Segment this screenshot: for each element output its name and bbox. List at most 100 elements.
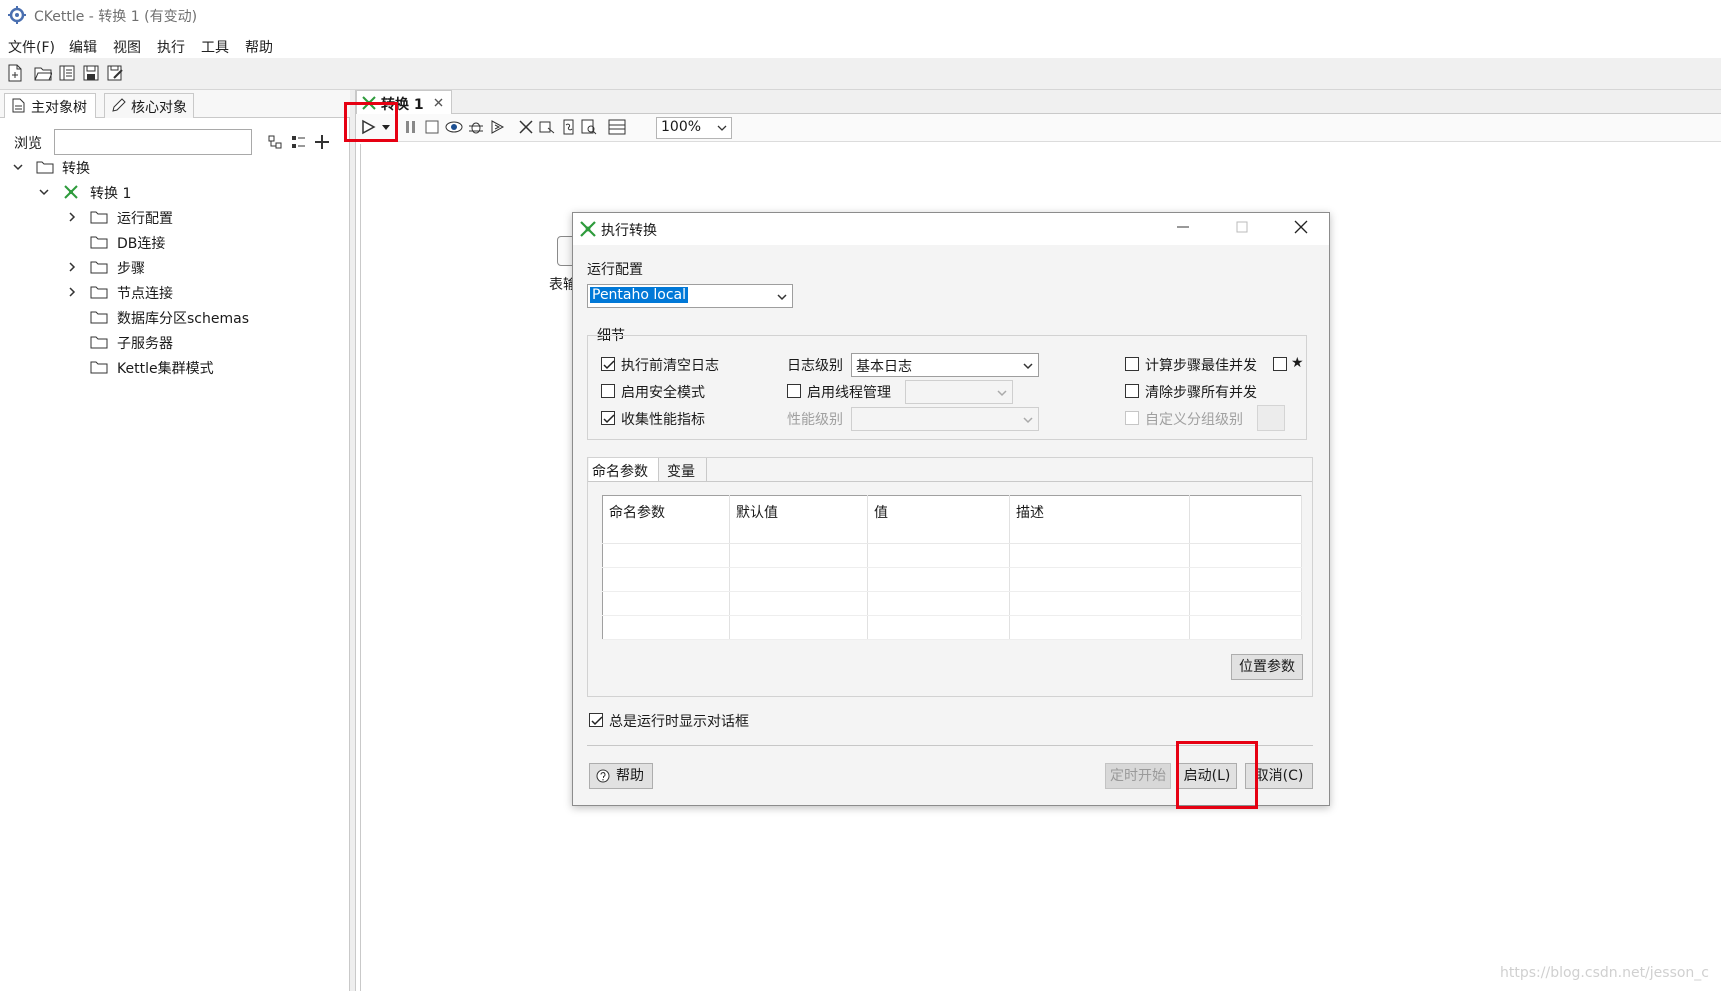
table-row[interactable] <box>602 591 1302 616</box>
tab-main-object-tree-label: 主对象树 <box>31 100 87 116</box>
thread-mgmt-select[interactable] <box>905 380 1013 404</box>
tree-label: 运行配置 <box>117 211 173 227</box>
menu-help[interactable]: 帮助 <box>245 37 273 57</box>
chevron-right-icon[interactable] <box>66 286 78 298</box>
tab-main-object-tree[interactable]: 主对象树 <box>4 93 96 118</box>
gather-metrics-label: 收集性能指标 <box>621 412 705 428</box>
close-button[interactable] <box>1291 219 1311 239</box>
tree-transformation-1[interactable]: 转换 1 <box>38 181 338 203</box>
chevron-down-icon[interactable] <box>12 161 24 173</box>
tab-core-objects[interactable]: 核心对象 <box>104 93 194 118</box>
menu-file[interactable]: 文件(F) <box>8 37 55 57</box>
run-config-value: Pentaho local <box>590 287 689 303</box>
close-tab-icon[interactable] <box>433 97 444 108</box>
tree-item-hops[interactable]: 节点连接 <box>66 281 346 303</box>
show-results-icon[interactable] <box>608 119 626 135</box>
tree-expand-icon[interactable] <box>268 135 283 150</box>
minimize-icon <box>1177 226 1189 228</box>
clear-parallel-checkbox[interactable] <box>1125 384 1139 398</box>
transformation-icon <box>580 221 596 237</box>
debug-icon[interactable] <box>468 119 484 135</box>
chevron-down-icon[interactable] <box>38 186 50 198</box>
tab-variables[interactable]: 变量 <box>661 458 707 482</box>
custom-group-level-field[interactable] <box>1257 405 1285 431</box>
folder-icon <box>90 236 108 249</box>
folder-icon <box>36 161 54 174</box>
tree-label: 转换 1 <box>90 186 132 202</box>
save-icon[interactable] <box>82 64 100 82</box>
help-button[interactable]: 帮助 <box>589 763 653 789</box>
log-level-select[interactable]: 基本日志 <box>851 353 1039 377</box>
calc-best-parallel-label: 计算步骤最佳并发 <box>1145 358 1257 374</box>
preview-icon[interactable] <box>445 119 463 135</box>
named-params-table[interactable]: 命名参数 默认值 值 描述 <box>602 495 1302 640</box>
clear-log-checkbox[interactable] <box>601 357 615 371</box>
minimize-button[interactable] <box>1173 219 1193 239</box>
gather-metrics-checkbox[interactable] <box>601 411 615 425</box>
tree-item-run-config[interactable]: 运行配置 <box>66 206 346 228</box>
main-toolbar <box>0 58 1721 90</box>
tab-variables-label: 变量 <box>667 464 695 480</box>
menu-tools[interactable]: 工具 <box>201 37 229 57</box>
run-transformation-dialog: 执行转换 运行配置 Pentaho local 细节 执行前清空日志 日志级别 … <box>572 212 1330 806</box>
log-level-value: 基本日志 <box>856 359 912 375</box>
menu-run[interactable]: 执行 <box>157 37 185 57</box>
tab-named-params[interactable]: 命名参数 <box>589 458 659 482</box>
tree-label: Kettle集群模式 <box>117 361 214 377</box>
run-config-select[interactable]: Pentaho local <box>587 284 793 308</box>
sql-icon[interactable] <box>560 119 576 135</box>
tree-item-cluster-schemas[interactable]: Kettle集群模式 <box>66 356 346 378</box>
safe-mode-checkbox[interactable] <box>601 384 615 398</box>
explore-repository-icon[interactable] <box>58 64 76 82</box>
highlight-run-button <box>344 102 398 142</box>
table-row[interactable] <box>602 615 1302 640</box>
dialog-titlebar: 执行转换 <box>573 213 1329 245</box>
always-show-checkbox[interactable] <box>589 713 603 727</box>
pause-icon[interactable] <box>403 119 419 135</box>
tree-item-partition-schemas[interactable]: 数据库分区schemas <box>66 306 346 328</box>
window-titlebar: CKettle - 转换 1 (有变动) <box>0 0 1721 30</box>
tree-item-steps[interactable]: 步骤 <box>66 256 346 278</box>
explore-db-icon[interactable] <box>581 119 597 135</box>
add-icon[interactable] <box>314 134 330 150</box>
menu-view[interactable]: 视图 <box>113 37 141 57</box>
new-file-icon[interactable] <box>6 64 24 82</box>
folder-icon <box>90 286 108 299</box>
help-icon <box>596 769 610 783</box>
open-folder-icon[interactable] <box>34 64 52 82</box>
chevron-right-icon[interactable] <box>66 261 78 273</box>
table-row[interactable] <box>602 567 1302 592</box>
thread-mgmt-checkbox[interactable] <box>787 384 801 398</box>
perf-level-select[interactable] <box>851 407 1039 431</box>
window-title: CKettle - 转换 1 (有变动) <box>34 9 198 25</box>
save-as-icon[interactable] <box>106 64 124 82</box>
calc-best-parallel-checkbox[interactable] <box>1125 357 1139 371</box>
chevron-down-icon <box>997 390 1007 397</box>
stop-icon[interactable] <box>424 119 440 135</box>
tree-root-transform[interactable]: 转换 <box>12 156 312 178</box>
zoom-value: 100% <box>661 119 702 135</box>
chevron-right-icon[interactable] <box>66 211 78 223</box>
star-checkbox[interactable] <box>1273 357 1287 371</box>
table-row[interactable] <box>602 543 1302 568</box>
kettle-app-icon <box>8 6 26 24</box>
schedule-button[interactable]: 定时开始 <box>1105 763 1171 789</box>
safe-mode-label: 启用安全模式 <box>621 385 705 401</box>
menu-edit[interactable]: 编辑 <box>69 37 97 57</box>
impact-icon[interactable] <box>539 119 555 135</box>
tree-item-db-connections[interactable]: DB连接 <box>66 231 346 253</box>
tree-item-slave-servers[interactable]: 子服务器 <box>66 331 346 353</box>
tree-collapse-icon[interactable] <box>291 135 306 150</box>
tab-named-params-label: 命名参数 <box>592 464 648 480</box>
position-params-button[interactable]: 位置参数 <box>1231 654 1303 680</box>
document-icon <box>12 98 25 113</box>
maximize-button[interactable] <box>1232 219 1252 239</box>
custom-group-level-checkbox[interactable] <box>1125 411 1139 425</box>
zoom-select[interactable]: 100% <box>656 117 732 139</box>
browse-search-input[interactable] <box>54 129 252 155</box>
verify-icon[interactable] <box>518 119 534 135</box>
thread-mgmt-label: 启用线程管理 <box>807 385 891 401</box>
tree-label: 步骤 <box>117 261 145 277</box>
check-icon <box>603 414 615 424</box>
replay-icon[interactable] <box>489 119 505 135</box>
